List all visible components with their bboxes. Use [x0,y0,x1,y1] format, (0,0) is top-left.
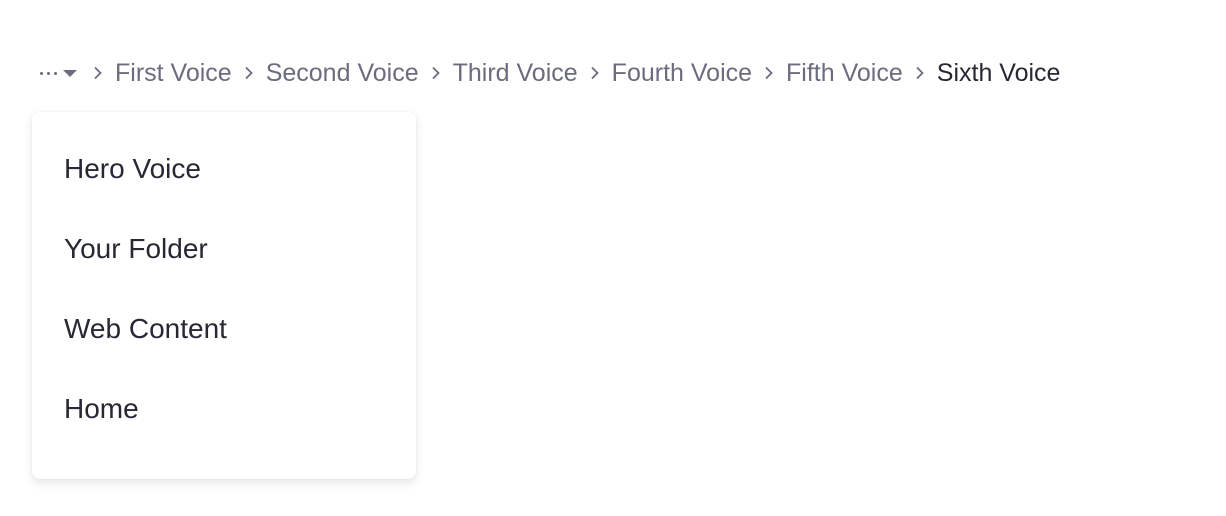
breadcrumb-overflow-toggle[interactable] [40,50,81,96]
breadcrumb-item-fourth-voice[interactable]: Fourth Voice [612,50,752,96]
menu-item-hero-voice[interactable]: Hero Voice [32,129,416,209]
chevron-right-icon [752,50,786,96]
menu-item-home[interactable]: Home [32,369,416,449]
chevron-right-icon [578,50,612,96]
breadcrumb-item-fifth-voice[interactable]: Fifth Voice [786,50,903,96]
breadcrumb-item-third-voice[interactable]: Third Voice [453,50,578,96]
caret-down-icon [63,69,77,77]
breadcrumb-item-second-voice[interactable]: Second Voice [266,50,419,96]
breadcrumb-item-current: Sixth Voice [936,59,1061,87]
menu-item-your-folder[interactable]: Your Folder [32,209,416,289]
ellipsis-icon [40,71,57,75]
breadcrumb: First Voice Second Voice Third Voice Fou… [40,50,1060,96]
menu-item-web-content[interactable]: Web Content [32,289,416,369]
chevron-right-icon [419,50,453,96]
breadcrumb-item-first-voice[interactable]: First Voice [115,50,232,96]
chevron-right-icon [81,50,115,96]
chevron-right-icon [903,50,937,96]
chevron-right-icon [232,50,266,96]
breadcrumb-overflow-menu: Hero Voice Your Folder Web Content Home [32,112,416,479]
